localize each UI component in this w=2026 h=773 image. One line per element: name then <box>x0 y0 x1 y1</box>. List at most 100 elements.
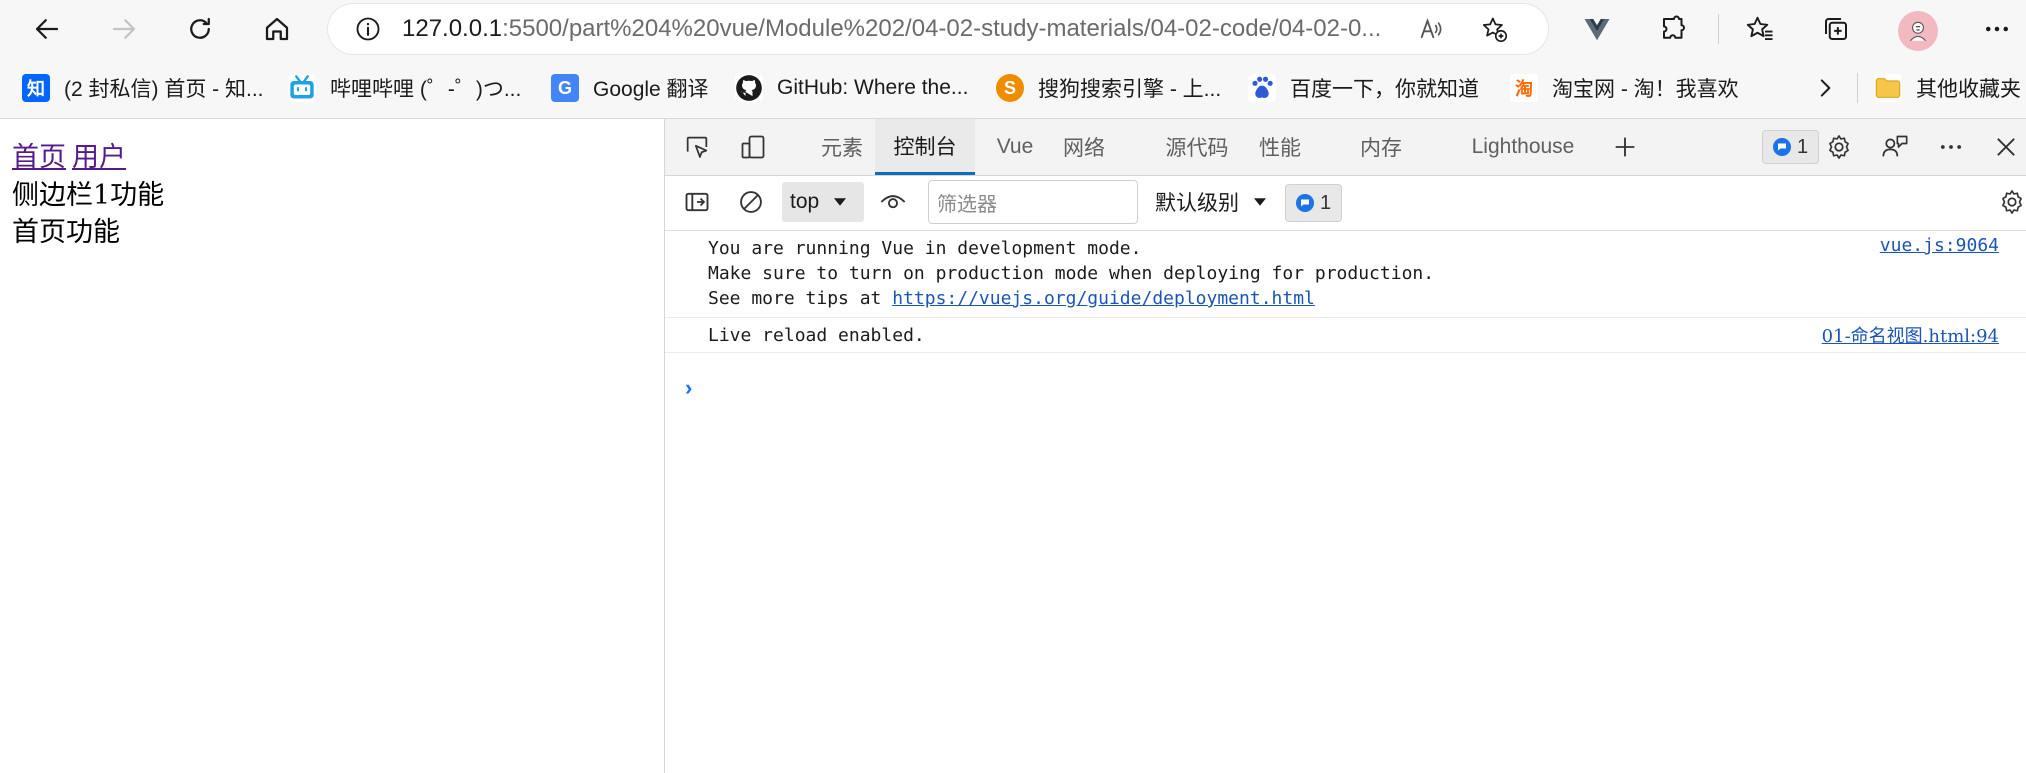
message-icon <box>1296 194 1314 212</box>
show-sidebar-icon[interactable] <box>677 182 717 222</box>
tab-network[interactable]: 网络 <box>1051 119 1117 175</box>
nav-links: 首页 用户 <box>12 135 132 174</box>
close-devtools-icon[interactable] <box>1986 127 2026 167</box>
console-line-text: See more tips at <box>708 288 893 309</box>
issues-count: 1 <box>1797 135 1809 158</box>
source-link-vue-js[interactable]: vue.js:9064 <box>1880 235 1999 256</box>
forward-arrow-icon[interactable] <box>101 6 147 52</box>
bookmarks-separator <box>1857 73 1858 103</box>
tab-console[interactable]: 控制台 <box>875 119 975 175</box>
bilibili-icon <box>288 74 316 102</box>
collections-icon[interactable] <box>1813 6 1859 52</box>
settings-gear-icon[interactable] <box>1819 127 1859 167</box>
bookmark-label: (2 封私信) 首页 - 知... <box>64 78 264 101</box>
home-icon[interactable] <box>254 6 300 52</box>
console-line: Make sure to turn on production mode whe… <box>708 263 1435 284</box>
filter-input[interactable]: 筛选器 <box>928 180 1138 224</box>
browser-toolbar: 127.0.0.1:5500/part%204%20vue/Module%202… <box>0 0 2026 58</box>
console-message: You are running Vue in development mode.… <box>665 231 2026 318</box>
bookmark-label: 其他收藏夹 <box>1916 78 2021 101</box>
sidebar-view-text: 侧边栏1功能 <box>12 180 165 211</box>
feedback-icon[interactable] <box>1875 127 1915 167</box>
clear-console-icon[interactable] <box>731 182 771 222</box>
bookmark-google-translate[interactable]: G Google 翻译 <box>551 70 709 106</box>
bookmark-label: Google 翻译 <box>593 78 709 101</box>
dropdown-arrow-icon <box>834 198 847 206</box>
link-home[interactable]: 首页 <box>12 142 66 173</box>
address-bar[interactable]: 127.0.0.1:5500/part%204%20vue/Module%202… <box>328 4 1548 54</box>
devtools-tab-bar: 元素 控制台 Vue 网络 源代码 性能 内存 Lighthouse 1 <box>665 119 2026 176</box>
url-host: 127.0.0.1 <box>402 15 503 42</box>
bookmark-bilibili[interactable]: 哔哩哔哩 (゜-゜)つ... <box>288 70 521 106</box>
github-icon <box>735 74 763 102</box>
source-link-html[interactable]: 01-命名视图.html:94 <box>1822 322 1999 348</box>
refresh-icon[interactable] <box>177 6 223 52</box>
tab-elements[interactable]: 元素 <box>809 119 875 175</box>
read-aloud-icon[interactable] <box>1414 12 1448 46</box>
bookmark-label: 哔哩哔哩 (゜-゜)つ... <box>330 78 522 101</box>
tab-vue[interactable]: Vue <box>985 119 1045 175</box>
vue-devtools-icon[interactable] <box>1574 6 1620 52</box>
home-view-text: 首页功能 <box>12 217 120 248</box>
url-text[interactable]: 127.0.0.1:5500/part%204%20vue/Module%202… <box>402 15 1402 43</box>
deployment-docs-link[interactable]: https://vuejs.org/guide/deployment.html <box>892 288 1315 309</box>
extensions-icon[interactable] <box>1651 6 1697 52</box>
tab-lighthouse[interactable]: Lighthouse <box>1450 119 1596 175</box>
message-count-badge[interactable]: 1 <box>1285 184 1343 222</box>
more-options-icon[interactable] <box>1931 127 1971 167</box>
bookmark-baidu[interactable]: 百度一下，你就知道 <box>1248 70 1479 106</box>
issues-badge[interactable]: 1 <box>1762 130 1820 164</box>
console-prompt-chevron-icon[interactable]: › <box>685 375 692 401</box>
page-viewport: 首页 用户 侧边栏1功能 首页功能 <box>0 119 665 773</box>
back-arrow-icon[interactable] <box>24 6 70 52</box>
bookmark-zhihu[interactable]: 知 (2 封私信) 首页 - 知... <box>22 70 264 106</box>
favorites-icon[interactable] <box>1737 6 1783 52</box>
google-translate-icon: G <box>551 74 579 102</box>
log-level-value: 默认级别 <box>1155 192 1239 215</box>
site-info-icon[interactable] <box>348 9 388 49</box>
toolbar-separator <box>1718 14 1719 44</box>
bookmark-label: GitHub: Where the... <box>777 76 969 99</box>
message-icon <box>1773 138 1791 156</box>
bookmark-github[interactable]: GitHub: Where the... <box>735 70 968 106</box>
context-selector[interactable]: top <box>782 182 864 222</box>
device-emulation-icon[interactable] <box>733 127 773 167</box>
devtools-panel: 元素 控制台 Vue 网络 源代码 性能 内存 Lighthouse 1 top… <box>665 119 2026 773</box>
add-tab-icon[interactable] <box>1605 127 1645 167</box>
console-output: You are running Vue in development mode.… <box>665 231 2026 353</box>
tab-memory[interactable]: 内存 <box>1348 119 1414 175</box>
sogou-icon: S <box>996 74 1024 102</box>
folder-icon <box>1874 74 1902 102</box>
bookmark-taobao[interactable]: 淘 淘宝网 - 淘！我喜欢 <box>1510 70 1739 106</box>
filter-placeholder: 筛选器 <box>937 193 997 216</box>
console-line: You are running Vue in development mode. <box>708 238 1142 259</box>
bookmark-other-favorites[interactable]: 其他收藏夹 <box>1874 70 2021 106</box>
dropdown-arrow-icon <box>1254 198 1266 206</box>
more-icon[interactable] <box>1974 6 2020 52</box>
live-expression-eye-icon[interactable] <box>873 182 913 222</box>
bookmark-label: 淘宝网 - 淘！我喜欢 <box>1552 78 1739 101</box>
url-path: :5500/part%204%20vue/Module%202/04-02-st… <box>502 15 1382 42</box>
tab-sources[interactable]: 源代码 <box>1152 119 1242 175</box>
console-toolbar: top 筛选器 默认级别 1 <box>665 176 2026 231</box>
bookmark-label: 百度一下，你就知道 <box>1290 78 1479 101</box>
add-favorite-icon[interactable] <box>1477 12 1511 46</box>
context-value: top <box>790 190 820 213</box>
taobao-icon: 淘 <box>1510 74 1538 102</box>
inspect-element-icon[interactable] <box>677 127 717 167</box>
profile-avatar[interactable] <box>1898 11 1938 51</box>
bookmarks-overflow-chevron-icon[interactable] <box>1812 70 1838 106</box>
log-level-dropdown[interactable]: 默认级别 <box>1155 182 1269 222</box>
console-settings-gear-icon[interactable] <box>1992 182 2026 222</box>
console-message-text: You are running Vue in development mode.… <box>665 236 2026 311</box>
tab-performance[interactable]: 性能 <box>1247 119 1313 175</box>
baidu-icon <box>1248 74 1276 102</box>
bookmark-sogou[interactable]: S 搜狗搜索引擎 - 上... <box>996 70 1221 106</box>
bookmark-label: 搜狗搜索引擎 - 上... <box>1038 78 1222 101</box>
link-user[interactable]: 用户 <box>72 142 126 173</box>
bookmarks-bar: 知 (2 封私信) 首页 - 知... 哔哩哔哩 (゜-゜)つ... G Goo… <box>0 58 2026 119</box>
zhihu-icon: 知 <box>22 74 50 102</box>
console-message: Live reload enabled. 01-命名视图.html:94 <box>665 318 2026 353</box>
message-count: 1 <box>1320 191 1332 214</box>
console-line: See more tips at https://vuejs.org/guide… <box>708 286 2026 311</box>
